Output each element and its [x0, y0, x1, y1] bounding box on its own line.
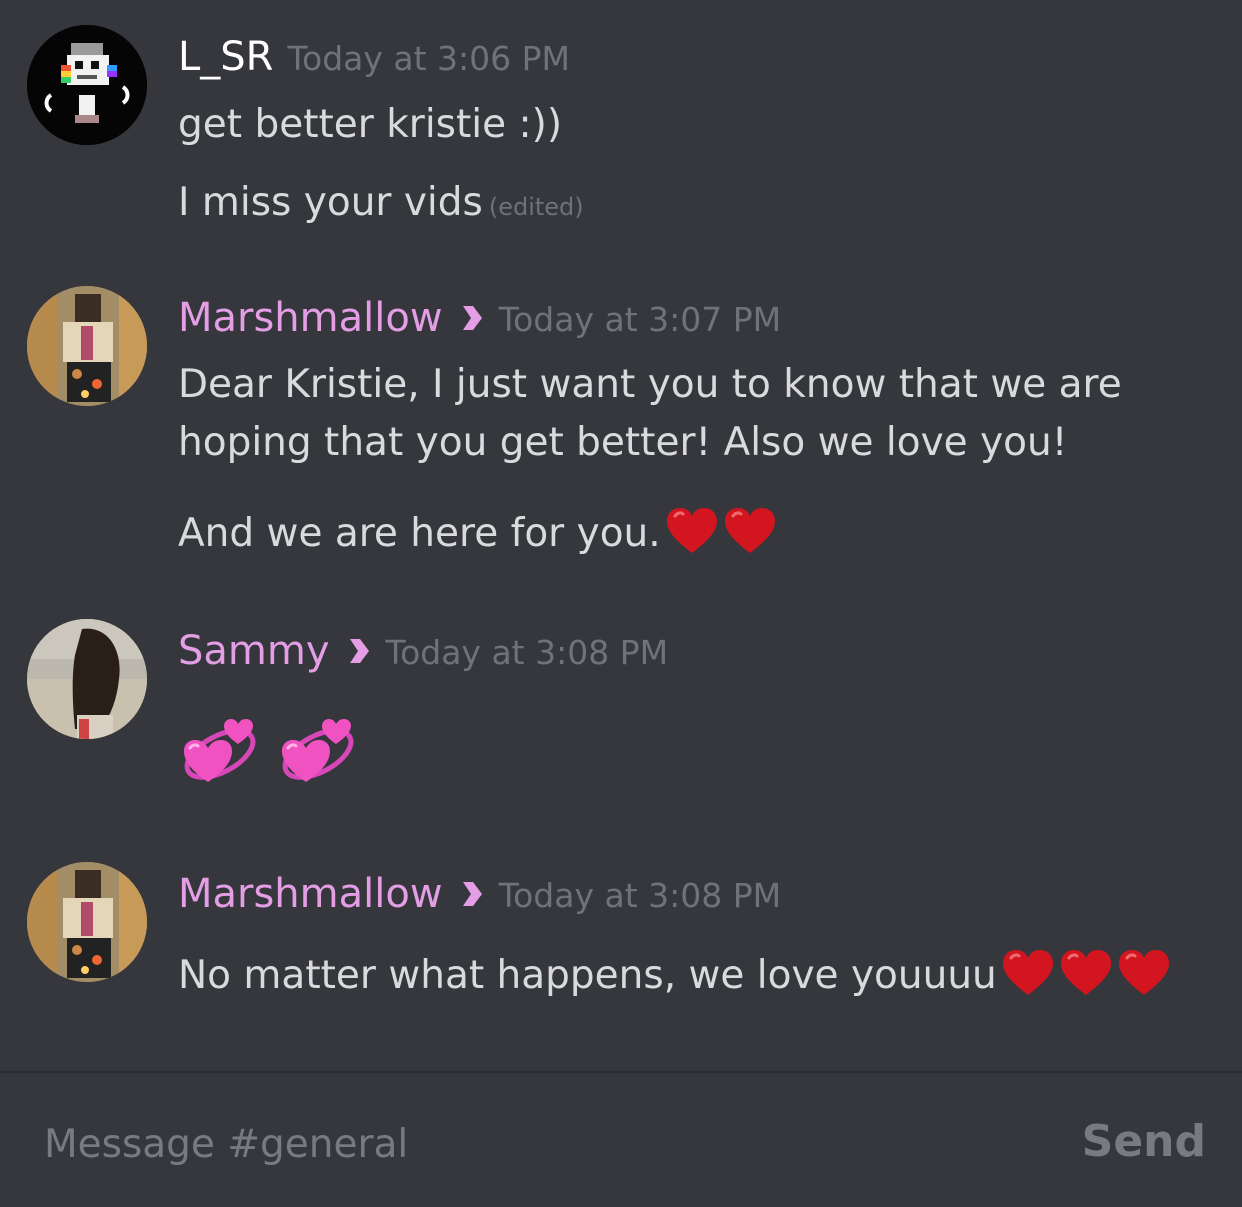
- message-header: Sammy Today at 3:08 PM: [178, 628, 668, 674]
- pink-chevron-badge-icon: [346, 636, 372, 666]
- revolving-hearts-icon: [276, 708, 360, 788]
- message-header: Marshmallow Today at 3:08 PM: [178, 871, 781, 917]
- message-input[interactable]: [42, 1113, 946, 1175]
- username[interactable]: L_SR: [178, 34, 273, 80]
- message-text: I miss your vids: [178, 180, 483, 225]
- message-text-line: And we are here for you.: [178, 506, 777, 556]
- timestamp: Today at 3:07 PM: [498, 300, 782, 339]
- username[interactable]: Marshmallow: [178, 871, 443, 917]
- girl-photo-avatar-icon: [27, 619, 147, 739]
- roblox-character-avatar-icon: [27, 286, 147, 406]
- message-composer: Send: [0, 1073, 1242, 1207]
- username[interactable]: Sammy: [178, 628, 330, 674]
- skeleton-character-avatar-icon: [27, 25, 147, 145]
- message-text-line: I miss your vids (edited): [178, 180, 584, 225]
- message-text: hoping that you get better! Also we love…: [178, 420, 1068, 465]
- red-heart-icon: [665, 506, 719, 556]
- username[interactable]: Marshmallow: [178, 295, 443, 341]
- timestamp: Today at 3:08 PM: [385, 633, 669, 672]
- emoji-row: [178, 708, 374, 798]
- message-list: L_SR Today at 3:06 PM get better kristie …: [0, 0, 1242, 1070]
- red-heart-icon: [1001, 948, 1055, 998]
- avatar[interactable]: [27, 25, 147, 145]
- message-header: Marshmallow Today at 3:07 PM: [178, 295, 781, 341]
- message-header: L_SR Today at 3:06 PM: [178, 34, 570, 80]
- message-text: Dear Kristie, I just want you to know th…: [178, 362, 1122, 407]
- message-text-line: No matter what happens, we love youuuu: [178, 948, 1171, 998]
- timestamp: Today at 3:06 PM: [287, 39, 571, 78]
- pink-chevron-badge-icon: [459, 879, 485, 909]
- red-heart-icon: [1059, 948, 1113, 998]
- red-heart-icon: [1117, 948, 1171, 998]
- pink-chevron-badge-icon: [459, 303, 485, 333]
- timestamp: Today at 3:08 PM: [498, 876, 782, 915]
- avatar[interactable]: [27, 286, 147, 406]
- roblox-character-avatar-icon: [27, 862, 147, 982]
- send-button[interactable]: Send: [1076, 1115, 1212, 1168]
- revolving-hearts-icon: [178, 708, 262, 788]
- avatar[interactable]: [27, 619, 147, 739]
- edited-label: (edited): [488, 193, 584, 221]
- red-heart-icon: [723, 506, 777, 556]
- message-text: No matter what happens, we love youuuu: [178, 953, 997, 998]
- avatar[interactable]: [27, 862, 147, 982]
- message-text: get better kristie :)): [178, 102, 563, 147]
- message-text: And we are here for you.: [178, 511, 661, 556]
